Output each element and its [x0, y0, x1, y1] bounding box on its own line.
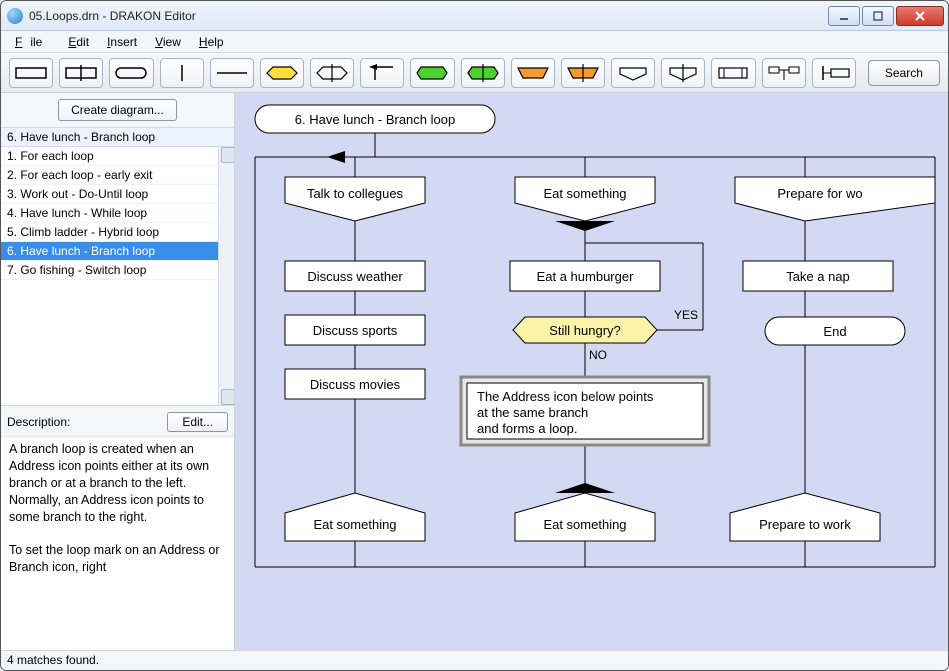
tool-question-alt-icon[interactable]	[310, 58, 354, 88]
address-box[interactable]: Eat something	[515, 483, 655, 541]
status-bar: 4 matches found.	[1, 650, 948, 670]
title-bar: 05.Loops.drn - DRAKON Editor	[1, 1, 948, 31]
description-text: A branch loop is created when an Address…	[1, 436, 234, 650]
maximize-button[interactable]	[862, 6, 894, 26]
branch-header[interactable]: Talk to collegues	[285, 177, 425, 221]
sidebar: Create diagram... 6. Have lunch - Branch…	[1, 93, 235, 650]
tool-vline-icon[interactable]	[160, 58, 204, 88]
tool-case-icon[interactable]	[511, 58, 555, 88]
list-item[interactable]: 4. Have lunch - While loop	[1, 204, 234, 223]
menu-bar: File Edit Insert View Help	[1, 31, 948, 53]
list-item-selected[interactable]: 6. Have lunch - Branch loop	[1, 242, 234, 261]
client-area: Create diagram... 6. Have lunch - Branch…	[1, 93, 948, 650]
tool-module-icon[interactable]	[711, 58, 755, 88]
question-box[interactable]: Still hungry? YES NO	[513, 308, 698, 362]
close-button[interactable]	[896, 6, 944, 26]
tool-hline-icon[interactable]	[210, 58, 254, 88]
status-text: 4 matches found.	[7, 653, 99, 667]
svg-text:and forms a loop.: and forms a loop.	[477, 421, 577, 436]
svg-text:Discuss movies: Discuss movies	[310, 377, 401, 392]
list-item[interactable]: 5. Climb ladder - Hybrid loop	[1, 223, 234, 242]
svg-text:Prepare to work: Prepare to work	[759, 517, 851, 532]
app-icon	[7, 8, 23, 24]
diagram-list[interactable]: 1. For each loop 2. For each loop - earl…	[1, 147, 234, 405]
svg-text:Eat a humburger: Eat a humburger	[537, 269, 635, 284]
action-box[interactable]: Eat a humburger	[510, 261, 660, 291]
svg-text:NO: NO	[589, 348, 607, 362]
svg-text:Talk to collegues: Talk to collegues	[307, 186, 404, 201]
menu-file[interactable]: File	[7, 33, 58, 51]
svg-text:Discuss sports: Discuss sports	[313, 323, 398, 338]
tool-input-icon[interactable]	[661, 58, 705, 88]
svg-text:Prepare for wo: Prepare for wo	[777, 186, 862, 201]
tool-terminator-icon[interactable]	[109, 58, 153, 88]
search-button[interactable]: Search	[868, 60, 940, 86]
create-diagram-button[interactable]: Create diagram...	[58, 99, 177, 121]
tool-action-split-icon[interactable]	[59, 58, 103, 88]
list-item[interactable]: 2. For each loop - early exit	[1, 166, 234, 185]
list-scrollbar[interactable]	[218, 147, 234, 405]
tool-tree-icon[interactable]	[762, 58, 806, 88]
svg-text:Eat something: Eat something	[543, 517, 626, 532]
address-box[interactable]: Prepare to work	[730, 493, 880, 541]
action-box[interactable]: Take a nap	[743, 261, 893, 291]
svg-text:End: End	[823, 324, 846, 339]
tool-back-arrow-icon[interactable]	[360, 58, 404, 88]
list-item[interactable]: 7. Go fishing - Switch loop	[1, 261, 234, 280]
menu-help[interactable]: Help	[191, 33, 232, 51]
tool-loop-icon[interactable]	[812, 58, 856, 88]
diagram-list-header: 6. Have lunch - Branch loop	[1, 127, 234, 147]
diagram-canvas[interactable]: 6. Have lunch - Branch loop Talk to coll…	[235, 93, 948, 650]
list-item[interactable]: 3. Work out - Do-Until loop	[1, 185, 234, 204]
window-controls	[826, 6, 944, 26]
description-label: Description:	[7, 415, 159, 429]
comment-box[interactable]: The Address icon below points at the sam…	[461, 377, 709, 445]
minimize-button[interactable]	[828, 6, 860, 26]
list-item[interactable]: 1. For each loop	[1, 147, 234, 166]
address-box[interactable]: Eat something	[285, 493, 425, 541]
diagram-title[interactable]: 6. Have lunch - Branch loop	[255, 105, 495, 133]
action-box[interactable]: Discuss weather	[285, 261, 425, 291]
tool-begin-icon[interactable]	[410, 58, 454, 88]
branch-header[interactable]: Prepare for wo	[735, 177, 935, 221]
edit-description-button[interactable]: Edit...	[167, 412, 228, 432]
tool-question-icon[interactable]	[260, 58, 304, 88]
svg-text:YES: YES	[674, 308, 698, 322]
menu-insert[interactable]: Insert	[99, 33, 145, 51]
svg-text:Eat something: Eat something	[313, 517, 396, 532]
toolbar: Search	[1, 53, 948, 93]
tool-case-alt-icon[interactable]	[561, 58, 605, 88]
tool-begin-mark-icon[interactable]	[461, 58, 505, 88]
tool-output-icon[interactable]	[611, 58, 655, 88]
svg-text:The Address icon below points: The Address icon below points	[477, 389, 654, 404]
action-box[interactable]: Discuss movies	[285, 369, 425, 399]
svg-text:Take a nap: Take a nap	[786, 269, 850, 284]
branch-header[interactable]: Eat something	[515, 177, 655, 231]
svg-text:Eat something: Eat something	[543, 186, 626, 201]
menu-view[interactable]: View	[147, 33, 189, 51]
end-terminator[interactable]: End	[765, 317, 905, 345]
menu-edit[interactable]: Edit	[60, 33, 97, 51]
action-box[interactable]: Discuss sports	[285, 315, 425, 345]
svg-text:Still hungry?: Still hungry?	[549, 323, 621, 338]
app-window: 05.Loops.drn - DRAKON Editor File Edit I…	[0, 0, 949, 671]
tool-action-icon[interactable]	[9, 58, 53, 88]
svg-text:Discuss weather: Discuss weather	[307, 269, 403, 284]
svg-text:6. Have lunch - Branch loop: 6. Have lunch - Branch loop	[295, 112, 455, 127]
window-title: 05.Loops.drn - DRAKON Editor	[29, 9, 826, 23]
svg-text:at the same branch: at the same branch	[477, 405, 588, 420]
